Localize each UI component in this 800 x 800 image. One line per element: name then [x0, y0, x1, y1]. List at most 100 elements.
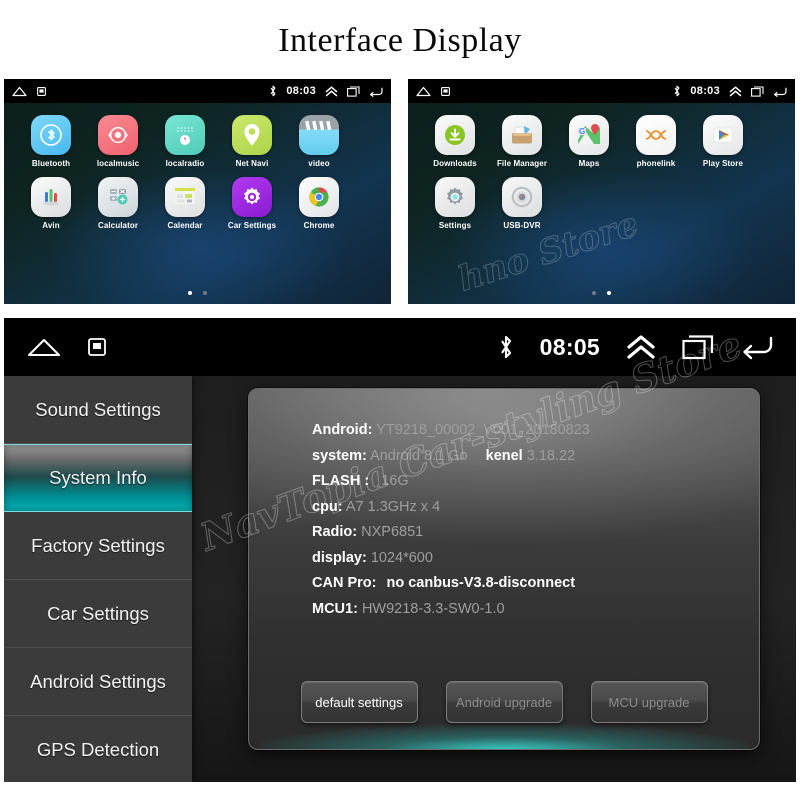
- app-localmusic[interactable]: localmusic: [85, 115, 151, 168]
- back-icon[interactable]: [369, 86, 383, 97]
- system-info-list: Android: YT9218_00002_V001_20180823 syst…: [249, 389, 759, 622]
- sidebar-item-system-info[interactable]: System Info: [4, 444, 192, 512]
- app-label: Settings: [438, 221, 472, 230]
- app-play-store[interactable]: Play Store: [690, 115, 756, 168]
- settings-main: Android: YT9218_00002_V001_20180823 syst…: [192, 376, 796, 782]
- page-dot[interactable]: [592, 291, 596, 295]
- system-info-dialog: Android: YT9218_00002_V001_20180823 syst…: [248, 388, 760, 750]
- back-icon[interactable]: [740, 334, 774, 360]
- app-label: Car Settings: [227, 221, 277, 230]
- info-key: CAN Pro:: [312, 575, 377, 591]
- info-key: MCU1:: [312, 600, 358, 617]
- interface-display-page: Interface Display 08:03 Bluetooth localm…: [0, 0, 800, 800]
- sidebar-item-label: System Info: [49, 467, 147, 488]
- settings-sidebar: Sound Settings System Info Factory Setti…: [4, 376, 192, 782]
- info-row-mcu1: MCU1: HW9218-3.3-SW0-1.0: [312, 597, 759, 623]
- back-icon[interactable]: [773, 86, 787, 97]
- bluetooth-icon: [269, 85, 277, 97]
- chevron-up-icon[interactable]: [626, 334, 656, 360]
- app-row-1: Bluetooth localmusic localradio Net Navi…: [18, 115, 377, 168]
- info-value: 16G: [381, 473, 409, 489]
- app-file-manager[interactable]: File Manager: [489, 115, 555, 168]
- app-grid: Downloads File Manager G Maps phonelink …: [408, 103, 795, 230]
- android-upgrade-button[interactable]: Android upgrade: [445, 681, 563, 723]
- app-calculator[interactable]: Calculator: [85, 177, 151, 230]
- home-screen-page-1: 08:03 Bluetooth localmusic localradio Ne…: [4, 79, 391, 304]
- home-icon[interactable]: [12, 86, 27, 97]
- app-label: Bluetooth: [31, 159, 71, 168]
- file-manager-app-icon: [502, 115, 542, 155]
- info-key-kernel: kenel: [485, 447, 523, 464]
- bluetooth-icon: [498, 334, 514, 360]
- recents-icon[interactable]: [682, 334, 714, 360]
- app-settings[interactable]: Settings: [422, 177, 488, 230]
- app-usb-dvr[interactable]: USB-DVR: [489, 177, 555, 230]
- app-label: phonelink: [636, 159, 676, 168]
- page-title: Interface Display: [278, 22, 522, 59]
- info-value: NXP6851: [361, 524, 424, 540]
- sidebar-item-car-settings[interactable]: Car Settings: [4, 580, 192, 648]
- info-key: cpu:: [312, 498, 343, 515]
- screenshot-icon[interactable]: [88, 338, 106, 356]
- info-row-flash: FLASH : 16G: [312, 469, 759, 495]
- app-localradio[interactable]: localradio: [152, 115, 218, 168]
- app-car-settings[interactable]: Car Settings: [219, 177, 285, 230]
- info-key: Android:: [312, 422, 373, 438]
- sidebar-item-factory-settings[interactable]: Factory Settings: [4, 512, 192, 580]
- chevron-up-icon[interactable]: [729, 85, 742, 97]
- app-calendar[interactable]: Calendar: [152, 177, 218, 230]
- screenshot-icon[interactable]: [37, 86, 46, 96]
- sidebar-item-label: Android Settings: [30, 670, 166, 692]
- app-label: localmusic: [96, 159, 140, 168]
- chrome-app-icon: [299, 177, 339, 217]
- app-maps[interactable]: G Maps: [556, 115, 622, 168]
- sidebar-item-gps-detection[interactable]: GPS Detection: [4, 716, 192, 782]
- page-dot-active[interactable]: [607, 291, 611, 295]
- info-row-radio: Radio: NXP6851: [312, 520, 759, 546]
- status-time: 08:05: [539, 333, 600, 360]
- app-label: File Manager: [496, 159, 548, 168]
- status-bar: 08:05: [4, 318, 796, 376]
- home-icon[interactable]: [26, 335, 62, 359]
- default-settings-button[interactable]: default settings: [300, 681, 418, 723]
- sidebar-item-label: Car Settings: [47, 602, 149, 624]
- app-avin[interactable]: Avin: [18, 177, 84, 230]
- sidebar-item-android-settings[interactable]: Android Settings: [4, 648, 192, 716]
- app-bluetooth[interactable]: Bluetooth: [18, 115, 84, 168]
- app-net-navi[interactable]: Net Navi: [219, 115, 285, 168]
- play-store-app-icon: [703, 115, 743, 155]
- usb-dvr-app-icon: [502, 177, 542, 217]
- page-dot[interactable]: [203, 291, 207, 295]
- app-phonelink[interactable]: phonelink: [623, 115, 689, 168]
- music-app-icon: [98, 115, 138, 155]
- home-screen-page-2: 08:03 Downloads File Manager G Maps phon…: [408, 79, 795, 304]
- calculator-app-icon: [98, 177, 138, 217]
- chevron-up-icon[interactable]: [325, 85, 338, 97]
- app-downloads[interactable]: Downloads: [422, 115, 488, 168]
- app-label: Calendar: [167, 221, 203, 230]
- info-key: Radio:: [312, 524, 358, 540]
- info-value: YT9218_00002_V001_20180823: [376, 422, 590, 438]
- info-row-cpu: cpu: A7 1.3GHz x 4: [312, 495, 759, 521]
- sidebar-item-sound-settings[interactable]: Sound Settings: [4, 376, 192, 444]
- radio-app-icon: [165, 115, 205, 155]
- sidebar-item-label: GPS Detection: [36, 738, 160, 760]
- info-row-display: display: 1024*600: [312, 546, 759, 572]
- home-icon[interactable]: [416, 86, 431, 97]
- page-dot-active[interactable]: [188, 291, 192, 295]
- app-label: Maps: [578, 159, 600, 168]
- app-chrome[interactable]: Chrome: [286, 177, 352, 230]
- dialog-button-row: default settings Android upgrade MCU upg…: [249, 681, 759, 723]
- recents-icon[interactable]: [347, 85, 360, 97]
- app-video[interactable]: video: [286, 115, 352, 168]
- status-time: 08:03: [286, 85, 316, 97]
- screenshot-icon[interactable]: [441, 86, 450, 96]
- recents-icon[interactable]: [751, 85, 764, 97]
- svg-text:G: G: [579, 127, 585, 136]
- phonelink-app-icon: [636, 115, 676, 155]
- settings-content: Sound Settings System Info Factory Setti…: [4, 376, 796, 782]
- app-label: Chrome: [303, 221, 335, 230]
- mcu-upgrade-button[interactable]: MCU upgrade: [590, 681, 708, 723]
- info-value: A7 1.3GHz x 4: [345, 498, 441, 515]
- app-label: Play Store: [702, 159, 744, 168]
